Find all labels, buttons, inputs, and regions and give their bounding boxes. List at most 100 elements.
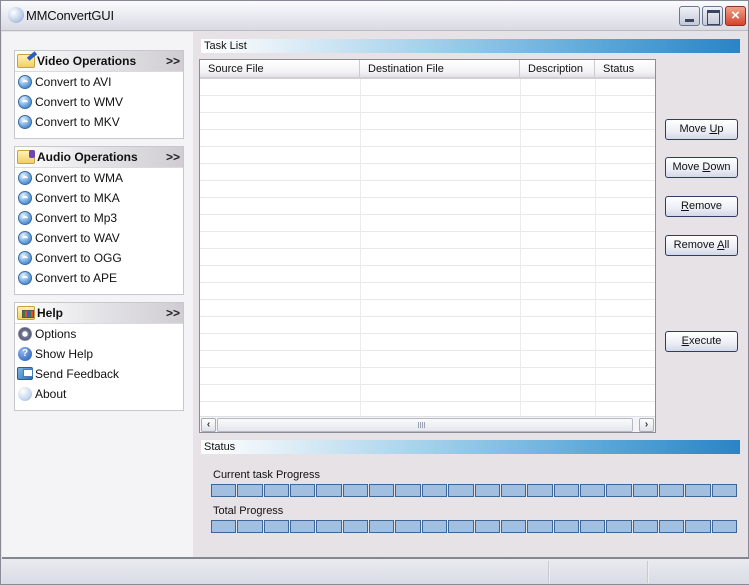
horizontal-scrollbar[interactable]: ‹ › xyxy=(200,416,655,432)
sidebar-item-convert-wmv[interactable]: Convert to WMV xyxy=(15,92,183,112)
table-row[interactable] xyxy=(200,215,655,232)
table-row[interactable] xyxy=(200,334,655,351)
expand-chevron-icon[interactable]: >> xyxy=(166,306,180,320)
maximize-button[interactable] xyxy=(702,6,723,26)
expand-chevron-icon[interactable]: >> xyxy=(166,54,180,68)
column-status[interactable]: Status xyxy=(595,60,655,77)
table-row[interactable] xyxy=(200,300,655,317)
disc-icon xyxy=(18,95,32,109)
column-gridline xyxy=(520,79,521,416)
folder-calendar-icon xyxy=(17,306,35,320)
sidebar-item-label: Convert to MKV xyxy=(35,115,120,129)
panel-video-operations: Video Operations >> Convert to AVI Conve… xyxy=(14,50,184,139)
sidebar-item-label: Convert to APE xyxy=(35,271,118,285)
progress-segment xyxy=(501,520,526,533)
progress-segment xyxy=(475,484,500,497)
task-list-header: Task List xyxy=(201,39,740,53)
progress-segment xyxy=(448,484,474,497)
app-icon xyxy=(8,7,24,23)
main-window: MMConvertGUI × Video Operations >> Conve… xyxy=(0,0,749,585)
progress-segment xyxy=(422,520,447,533)
sidebar-item-label: Convert to OGG xyxy=(35,251,122,265)
table-row[interactable] xyxy=(200,249,655,266)
column-destination-file[interactable]: Destination File xyxy=(360,60,520,77)
panel-header-video[interactable]: Video Operations >> xyxy=(15,51,183,72)
disc-icon xyxy=(18,251,32,265)
sidebar-item-send-feedback[interactable]: Send Feedback xyxy=(15,364,183,384)
panel-title: Help xyxy=(37,306,64,320)
table-row[interactable] xyxy=(200,164,655,181)
scrollbar-thumb[interactable] xyxy=(217,418,633,432)
close-button[interactable]: × xyxy=(725,6,746,26)
progress-segment xyxy=(369,484,394,497)
sidebar-item-convert-wav[interactable]: Convert to WAV xyxy=(15,228,183,248)
table-row[interactable] xyxy=(200,113,655,130)
sidebar-item-label: Send Feedback xyxy=(35,367,120,381)
table-row[interactable] xyxy=(200,266,655,283)
sidebar-item-options[interactable]: Options xyxy=(15,324,183,344)
disc-icon xyxy=(18,115,32,129)
sidebar-item-convert-mka[interactable]: Convert to MKA xyxy=(15,188,183,208)
progress-segment xyxy=(290,520,315,533)
sidebar-item-label: Convert to AVI xyxy=(35,75,112,89)
panel-title: Audio Operations xyxy=(37,150,138,164)
status-header: Status xyxy=(201,440,740,454)
sidebar-item-convert-mkv[interactable]: Convert to MKV xyxy=(15,112,183,132)
sidebar-item-label: About xyxy=(35,387,67,401)
sidebar-item-convert-ogg[interactable]: Convert to OGG xyxy=(15,248,183,268)
sidebar-item-convert-mp3[interactable]: Convert to Mp3 xyxy=(15,208,183,228)
panel-padding xyxy=(15,288,183,294)
execute-button[interactable]: Execute xyxy=(665,331,738,352)
table-row[interactable] xyxy=(200,232,655,249)
table-row[interactable] xyxy=(200,385,655,402)
table-row[interactable] xyxy=(200,351,655,368)
minimize-button[interactable] xyxy=(679,6,700,26)
sidebar-item-convert-avi[interactable]: Convert to AVI xyxy=(15,72,183,92)
progress-segment xyxy=(685,520,711,533)
sidebar-item-show-help[interactable]: ? Show Help xyxy=(15,344,183,364)
table-row[interactable] xyxy=(200,79,655,96)
disc-icon xyxy=(18,171,32,185)
sidebar-item-convert-wma[interactable]: Convert to WMA xyxy=(15,168,183,188)
table-row[interactable] xyxy=(200,130,655,147)
progress-segment xyxy=(659,520,684,533)
progress-segment xyxy=(211,484,236,497)
status-bar-separator xyxy=(647,561,649,583)
table-row[interactable] xyxy=(200,96,655,113)
table-row[interactable] xyxy=(200,283,655,300)
panel-header-help[interactable]: Help >> xyxy=(15,303,183,324)
title-bar[interactable]: MMConvertGUI × xyxy=(1,1,748,31)
remove-all-button[interactable]: Remove All xyxy=(665,235,738,256)
progress-segment xyxy=(395,484,421,497)
sidebar-item-about[interactable]: About xyxy=(15,384,183,404)
sidebar-item-label: Convert to WMV xyxy=(35,95,124,109)
progress-segment xyxy=(712,520,737,533)
table-row[interactable] xyxy=(200,368,655,385)
progress-segment xyxy=(606,520,632,533)
sidebar-item-label: Convert to WAV xyxy=(35,231,120,245)
column-description[interactable]: Description xyxy=(520,60,595,77)
sidebar-item-convert-ape[interactable]: Convert to APE xyxy=(15,268,183,288)
progress-segment xyxy=(475,520,500,533)
remove-button[interactable]: Remove xyxy=(665,196,738,217)
column-source-file[interactable]: Source File xyxy=(200,60,360,77)
panel-audio-operations: Audio Operations >> Convert to WMA Conve… xyxy=(14,146,184,295)
gear-icon xyxy=(18,327,32,341)
current-task-progress-label: Current task Progress xyxy=(213,469,320,481)
table-row[interactable] xyxy=(200,198,655,215)
panel-header-audio[interactable]: Audio Operations >> xyxy=(15,147,183,168)
sidebar-item-label: Show Help xyxy=(35,347,94,361)
table-row[interactable] xyxy=(200,147,655,164)
scroll-right-button[interactable]: › xyxy=(639,418,654,432)
table-row[interactable] xyxy=(200,317,655,334)
table-row[interactable] xyxy=(200,181,655,198)
scroll-left-button[interactable]: ‹ xyxy=(201,418,216,432)
progress-segment xyxy=(369,520,394,533)
move-up-button[interactable]: Move Up xyxy=(665,119,738,140)
current-task-progress-bar xyxy=(211,484,738,498)
expand-chevron-icon[interactable]: >> xyxy=(166,150,180,164)
sidebar-item-label: Convert to WMA xyxy=(35,171,124,185)
move-down-button[interactable]: Move Down xyxy=(665,157,738,178)
task-list-table[interactable]: Source File Destination File Description… xyxy=(199,59,656,433)
progress-segment xyxy=(659,484,684,497)
